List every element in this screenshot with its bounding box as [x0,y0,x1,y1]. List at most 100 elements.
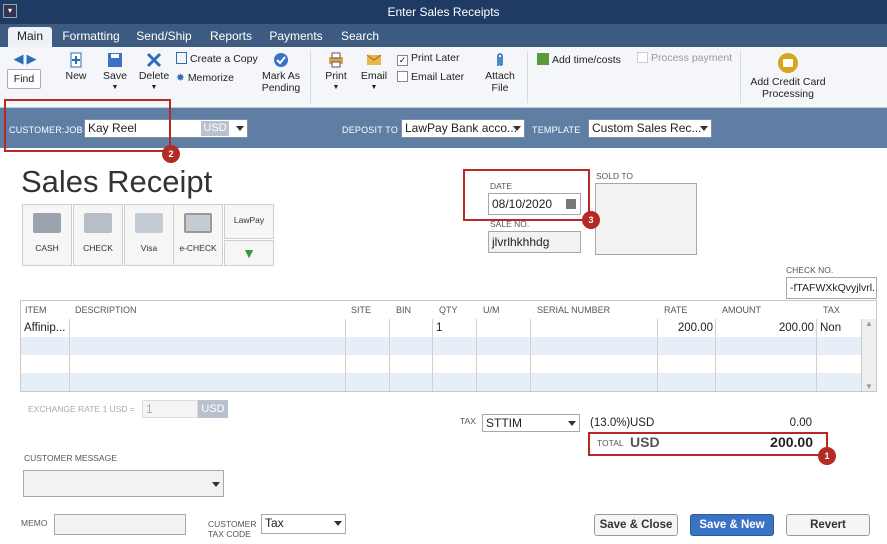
tab-formatting[interactable]: Formatting [60,27,122,47]
template-dropdown[interactable]: Custom Sales Rec... [588,119,712,138]
add-credit-card-label: Add Credit Card Processing [750,76,826,100]
scroll-down-icon[interactable]: ▼ [862,382,876,391]
deposit-to-label: DEPOSIT TO [342,125,399,135]
tax-currency: USD [630,417,655,429]
customer-tax-code-label: CUSTOMER TAX CODE [208,519,257,539]
memo-field[interactable] [54,514,186,535]
create-copy-button[interactable]: Create a Copy [176,52,258,65]
find-button[interactable]: Find [7,69,41,89]
tab-payments[interactable]: Payments [265,27,327,47]
revert-button[interactable]: Revert [786,514,870,536]
column-divider [657,319,658,391]
template-label: TEMPLATE [532,125,581,135]
mark-as-pending-button[interactable]: Mark As Pending [258,52,304,94]
window-titlebar: ▾ Enter Sales Receipts [0,0,887,24]
delete-label: Delete [138,70,170,82]
more-payment-methods-button[interactable]: ▼ [224,240,274,266]
chevron-down-icon [334,521,342,526]
table-row[interactable] [21,373,861,391]
memorize-button[interactable]: ✸ Memorize [176,72,248,84]
table-row[interactable]: Affinip... 1 200.00 200.00 Non [21,319,861,337]
column-divider [530,319,531,391]
cell-amount[interactable]: 200.00 [716,319,817,337]
save-close-button[interactable]: Save & Close [594,514,678,536]
customer-message-dropdown[interactable] [23,470,224,497]
chevron-down-icon [236,126,244,131]
add-time-costs-button[interactable]: Add time/costs [537,53,627,66]
table-row[interactable] [21,337,861,355]
payment-method-label: Visa [140,243,158,253]
check-no-field[interactable]: -fTAFWXkQvyjlvrl... [786,277,877,299]
cell-rate[interactable]: 200.00 [658,319,716,337]
tab-send-ship[interactable]: Send/Ship [132,27,196,47]
payment-method-cash[interactable]: CASH [22,204,72,266]
table-row[interactable] [21,355,861,373]
column-header-bin: BIN [396,305,412,315]
check-no-value: -fTAFWXkQvyjlvrl... [790,282,877,294]
email-later-checkbox[interactable]: Email Later [397,71,469,83]
column-divider [432,319,433,391]
deposit-to-dropdown[interactable]: LawPay Bank acco... [401,119,525,138]
scroll-up-icon[interactable]: ▲ [862,319,876,328]
delete-button[interactable]: Delete ▼ [137,52,171,94]
payment-method-label: CHECK [83,243,113,253]
process-payment-checkbox[interactable]: Process payment [637,52,737,64]
window-title: Enter Sales Receipts [387,5,500,19]
print-label: Print [325,70,347,82]
customer-tax-code-dropdown[interactable]: Tax [261,514,346,534]
tab-main[interactable]: Main [8,27,52,47]
check-icon: ✓ [397,55,408,66]
check-no-label: CHECK NO. [786,265,834,275]
cell-description[interactable] [70,319,347,337]
attach-file-label: Attach File [485,70,515,94]
memo-label: MEMO [21,518,48,528]
customer-tax-code-value: Tax [265,516,284,530]
cell-um[interactable] [477,319,531,337]
column-divider [389,319,390,391]
envelope-icon [366,54,382,65]
cell-site[interactable] [346,319,390,337]
system-menu-icon[interactable]: ▾ [3,4,17,18]
sold-to-label: SOLD TO [596,171,634,181]
cash-icon [33,213,61,233]
cell-tax[interactable]: Non [817,319,861,337]
deposit-to-value: LawPay Bank acco... [405,121,518,135]
sold-to-field[interactable] [595,183,697,255]
cell-serial-number[interactable] [531,319,658,337]
save-new-button[interactable]: Save & New [690,514,774,536]
add-credit-card-button[interactable]: Add Credit Card Processing [746,52,830,100]
tax-code-dropdown[interactable]: STTIM [482,414,580,432]
new-document-icon [70,52,82,68]
payment-method-label: CASH [35,243,59,253]
print-button[interactable]: Print ▼ [320,52,352,94]
pending-check-icon [274,53,288,67]
payment-method-visa[interactable]: Visa [124,204,174,266]
print-later-checkbox[interactable]: ✓ Print Later [397,52,469,66]
visa-card-icon [135,213,163,233]
new-button[interactable]: New [60,52,92,82]
cell-item[interactable]: Affinip... [21,319,70,337]
payment-method-check[interactable]: CHECK [73,204,123,266]
next-arrow-icon[interactable]: ▶ [26,51,36,66]
callout-badge: 1 [818,447,836,465]
exchange-rate-field[interactable]: 1 [142,400,198,418]
cell-bin[interactable] [390,319,433,337]
chevron-down-icon [513,126,521,131]
callout-badge: 2 [162,145,180,163]
table-scrollbar[interactable]: ▲ ▼ [861,319,876,391]
previous-arrow-icon[interactable]: ◀ [14,51,24,66]
attach-file-button[interactable]: Attach File [482,52,518,94]
column-divider [476,319,477,391]
mark-as-pending-label: Mark As Pending [261,70,301,94]
payment-method-echeck[interactable]: e-CHECK [173,204,223,266]
sale-no-field[interactable]: jlvrlhkhhdg [488,231,581,253]
callout-box-total [588,432,828,456]
save-button[interactable]: Save ▼ [99,52,131,94]
payment-method-lawpay[interactable]: LawPay [224,204,274,239]
tab-reports[interactable]: Reports [205,27,257,47]
email-button[interactable]: Email ▼ [358,52,390,94]
new-label: New [65,70,87,82]
cell-qty[interactable]: 1 [433,319,477,337]
disabled-checkbox-icon [637,52,648,63]
tab-search[interactable]: Search [336,27,384,47]
